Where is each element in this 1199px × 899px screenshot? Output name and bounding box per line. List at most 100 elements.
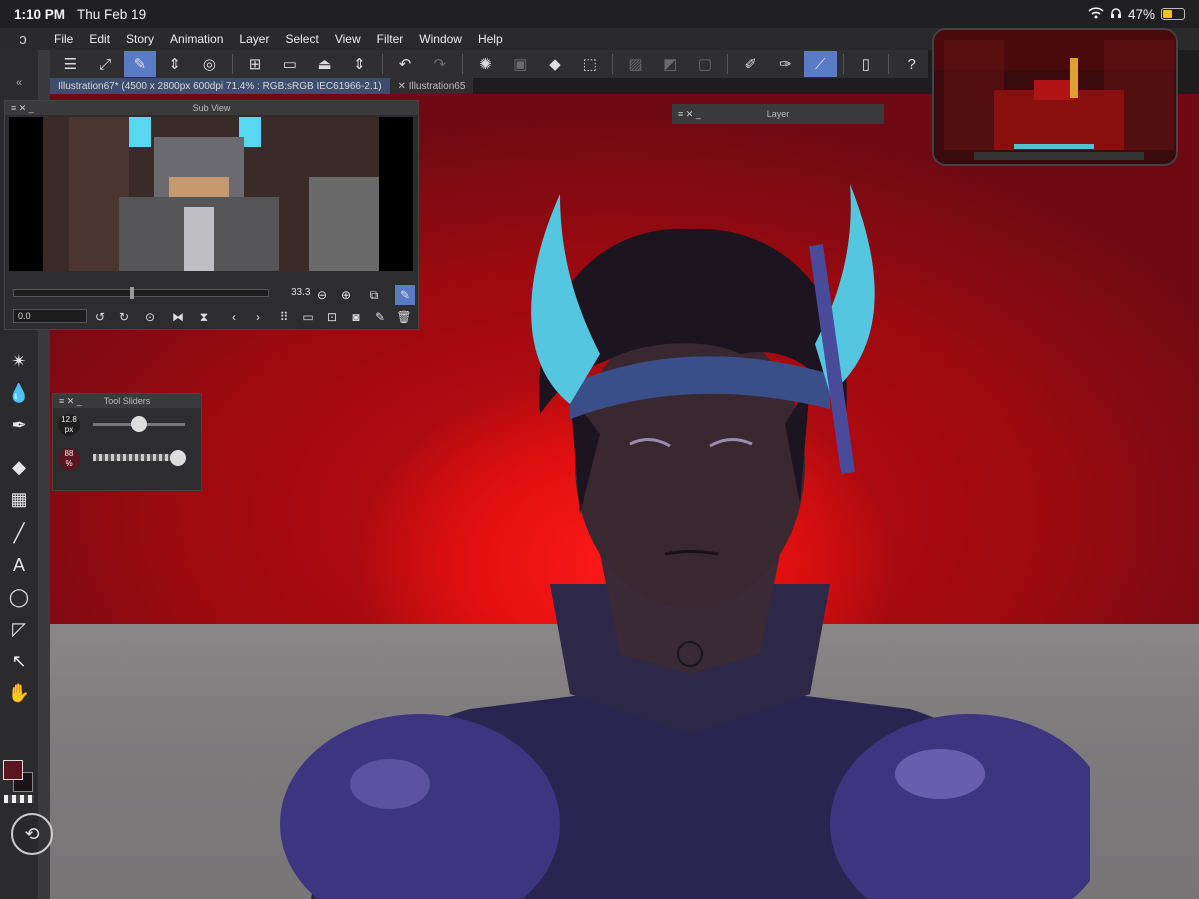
line-icon[interactable]: ╱ bbox=[0, 520, 38, 546]
menu-filter[interactable]: Filter bbox=[369, 32, 412, 46]
lasso-icon[interactable]: ◯ bbox=[0, 584, 38, 610]
save-icon[interactable]: ⏏ bbox=[308, 51, 341, 77]
reference-image bbox=[9, 117, 413, 271]
panel-controls[interactable]: ≡ ✕ _ bbox=[11, 101, 34, 115]
battery-icon bbox=[1161, 8, 1185, 20]
sparkle-icon[interactable]: ✴ bbox=[0, 348, 38, 374]
rotate-left-icon[interactable]: ↺ bbox=[91, 309, 109, 325]
menu-icon[interactable]: ☰ bbox=[54, 51, 87, 77]
tab-illustration67[interactable]: Illustration67* (4500 x 2800px 600dpi 71… bbox=[50, 78, 390, 94]
clear-icon[interactable]: ▨ bbox=[619, 51, 652, 77]
undo-icon[interactable]: ↶ bbox=[389, 51, 422, 77]
separator bbox=[888, 54, 890, 74]
menu-animation[interactable]: Animation bbox=[162, 32, 231, 46]
transparent-color[interactable] bbox=[4, 795, 34, 803]
menu-help[interactable]: Help bbox=[470, 32, 511, 46]
separator bbox=[231, 54, 233, 74]
updown-icon[interactable]: ⇕ bbox=[343, 51, 376, 77]
spiral-icon[interactable]: ◎ bbox=[193, 51, 226, 77]
rotate-right-icon[interactable]: ↻ bbox=[115, 309, 133, 325]
redo-icon[interactable]: ↷ bbox=[423, 51, 456, 77]
opacity-unit: % bbox=[65, 459, 73, 468]
open-folder-icon[interactable]: ▭ bbox=[273, 51, 306, 77]
battery-percent: 47% bbox=[1127, 6, 1155, 22]
layer-panel-title: Layer bbox=[766, 109, 790, 119]
transform-icon[interactable]: ⬚ bbox=[573, 51, 606, 77]
move-icon[interactable]: ↖ bbox=[0, 648, 38, 674]
menu-story[interactable]: Story bbox=[118, 32, 162, 46]
flip-vertical-icon[interactable]: ⧗ bbox=[195, 309, 213, 325]
subview-image[interactable] bbox=[9, 117, 413, 271]
separator bbox=[462, 54, 464, 74]
panel-controls[interactable]: ≡ ✕ _ bbox=[59, 394, 82, 408]
separator bbox=[381, 54, 383, 74]
zoom-in-icon[interactable]: ⊕ bbox=[337, 287, 355, 303]
edit-icon[interactable]: ✎ bbox=[123, 51, 157, 77]
collapse-icon[interactable]: « bbox=[0, 70, 38, 96]
open-folder-icon[interactable]: ▭ bbox=[299, 309, 317, 325]
edit-icon[interactable]: ✎ bbox=[371, 309, 389, 325]
status-bar: 1:10 PM Thu Feb 19 47% bbox=[0, 0, 1199, 28]
brush-tool-icon[interactable]: ✑ bbox=[769, 51, 802, 77]
grid-icon[interactable]: ⠿ bbox=[275, 309, 293, 325]
subview-angle[interactable]: 0.0 bbox=[13, 309, 87, 323]
text-icon[interactable]: A bbox=[0, 552, 38, 578]
hand-icon[interactable]: ✋ bbox=[0, 680, 38, 706]
angle-value: 0.0 bbox=[18, 311, 31, 321]
tab-illustration65[interactable]: ✕ Illustration65 bbox=[389, 78, 474, 94]
clear-outside-icon[interactable]: ◩ bbox=[654, 51, 687, 77]
blend-icon[interactable]: 💧 bbox=[0, 380, 38, 406]
subview-zoom-slider[interactable] bbox=[13, 287, 269, 299]
loading-icon[interactable]: ✺ bbox=[469, 51, 502, 77]
picture-in-picture[interactable] bbox=[932, 28, 1178, 166]
slider-thumb[interactable] bbox=[130, 287, 134, 299]
menu-window[interactable]: Window bbox=[411, 32, 470, 46]
tab-label: Illustration65 bbox=[408, 80, 466, 92]
camera-icon[interactable]: ◙ bbox=[347, 309, 365, 325]
headphones-icon bbox=[1110, 7, 1122, 22]
fill-icon[interactable]: ◆ bbox=[0, 454, 38, 480]
menu-edit[interactable]: Edit bbox=[81, 32, 118, 46]
eyedropper-icon[interactable]: ✎ bbox=[395, 285, 415, 305]
status-time: 1:10 PM bbox=[14, 6, 66, 22]
panel-controls[interactable]: ≡ ✕ _ bbox=[678, 104, 701, 124]
flip-horizontal-icon[interactable]: ⧓ bbox=[169, 309, 187, 325]
help-icon[interactable]: ? bbox=[895, 51, 928, 77]
menu-select[interactable]: Select bbox=[277, 32, 326, 46]
main-color[interactable] bbox=[3, 760, 23, 780]
zoom-out-icon[interactable]: ⊖ bbox=[313, 287, 331, 303]
switch-icon[interactable]: ⧉ bbox=[365, 287, 383, 303]
menu-file[interactable]: File bbox=[46, 32, 81, 46]
new-file-icon[interactable]: ⊞ bbox=[239, 51, 272, 77]
opacity-badge: 88 % bbox=[58, 448, 80, 470]
import-icon[interactable]: ⊡ bbox=[323, 309, 341, 325]
gradient-icon[interactable]: ▦ bbox=[0, 486, 38, 512]
pen-tool-icon[interactable]: ✐ bbox=[734, 51, 767, 77]
ruler-tool-icon[interactable]: ⟋ bbox=[803, 51, 837, 77]
layer-panel[interactable]: ≡ ✕ _ Layer bbox=[672, 104, 884, 124]
pen-icon[interactable]: ✒ bbox=[0, 412, 38, 438]
opacity-knob[interactable] bbox=[170, 450, 187, 466]
status-right: 47% bbox=[1088, 7, 1185, 22]
fit-icon[interactable]: ⤢ bbox=[89, 51, 122, 77]
next-icon[interactable]: › bbox=[249, 309, 267, 325]
operation-icon[interactable]: ◸ bbox=[0, 616, 38, 642]
deselect-icon[interactable]: ▣ bbox=[504, 51, 537, 77]
menu-view[interactable]: View bbox=[327, 32, 369, 46]
rotate-icon: ⟲ bbox=[24, 823, 40, 844]
phone-icon[interactable]: ▯ bbox=[850, 51, 883, 77]
reset-rotation-icon[interactable]: ⊙ bbox=[141, 309, 159, 325]
fit-selection-icon[interactable]: ▢ bbox=[689, 51, 722, 77]
previous-icon[interactable]: ‹ bbox=[225, 309, 243, 325]
pip-image bbox=[934, 30, 1176, 164]
app-logo-icon[interactable]: ↄ bbox=[0, 31, 46, 48]
trash-icon[interactable]: 🗑 bbox=[395, 309, 413, 325]
color-swatches bbox=[3, 760, 35, 794]
rotate-canvas-button[interactable]: ⟲ bbox=[11, 813, 53, 855]
tool-sliders-panel: ≡ ✕ _ Tool Sliders 12.8 px 88 % bbox=[52, 393, 202, 491]
brush-size-knob[interactable] bbox=[131, 416, 147, 432]
tool-sliders-title: Tool Sliders bbox=[103, 396, 151, 406]
updown-icon[interactable]: ⇕ bbox=[158, 51, 191, 77]
menu-layer[interactable]: Layer bbox=[231, 32, 277, 46]
fill-icon[interactable]: ◆ bbox=[539, 51, 572, 77]
